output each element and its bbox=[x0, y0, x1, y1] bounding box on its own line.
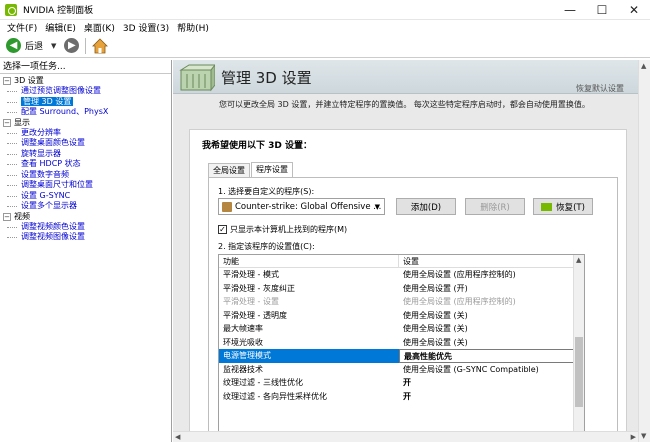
tree-item-rotate-display[interactable]: 旋转显示器 bbox=[0, 149, 171, 160]
tree-category-video[interactable]: − 视频 bbox=[0, 212, 171, 222]
tree-item-manage-3d-settings[interactable]: 管理 3D 设置 bbox=[0, 96, 171, 108]
maximize-button[interactable]: ☐ bbox=[586, 0, 618, 20]
grid-header: 功能 设置 bbox=[219, 255, 584, 268]
tree-item-desktop-color[interactable]: 调整桌面颜色设置 bbox=[0, 138, 171, 149]
table-row-power-management[interactable]: 电源管理模式 最高性能优先 ⌄ bbox=[219, 349, 584, 363]
scroll-up-icon[interactable]: ▲ bbox=[576, 256, 581, 264]
remove-program-button[interactable]: 删除(R) bbox=[465, 198, 525, 215]
tree-item-video-image[interactable]: 调整视频图像设置 bbox=[0, 232, 171, 243]
close-button[interactable]: ✕ bbox=[618, 0, 650, 20]
back-button-label[interactable]: 后退 bbox=[25, 39, 43, 52]
tree-item-multiple-displays[interactable]: 设置多个显示器 bbox=[0, 201, 171, 212]
select-program-label: 1. 选择要自定义的程序(S): bbox=[218, 187, 315, 196]
title-bar: NVIDIA 控制面板 — ☐ ✕ bbox=[0, 0, 650, 20]
nvidia-restore-icon bbox=[541, 202, 553, 211]
program-select-value: Counter-strike: Global Offensive ... bbox=[235, 201, 382, 212]
grid-scrollbar[interactable]: ▲ bbox=[573, 255, 584, 442]
tree-item-gsync[interactable]: 设置 G-SYNC bbox=[0, 191, 171, 202]
table-row[interactable]: 监视器技术 使用全局设置 (G-SYNC Compatible) bbox=[219, 363, 584, 377]
table-row[interactable]: 最大帧速率 使用全局设置 (关) bbox=[219, 322, 584, 336]
scroll-down-icon[interactable]: ▼ bbox=[641, 432, 646, 440]
settings-grid: 功能 设置 平滑处理 - 模式 使用全局设置 (应用程序控制的) 平滑处理 - … bbox=[218, 254, 585, 442]
show-found-programs-checkbox[interactable]: ✓ bbox=[218, 225, 227, 234]
tree-item-video-color[interactable]: 调整视频颜色设置 bbox=[0, 222, 171, 233]
toolbar: ◀ 后退 ▼ ▶ bbox=[0, 34, 650, 58]
program-select[interactable]: Counter-strike: Global Offensive ... ▼ bbox=[218, 198, 385, 215]
column-header-feature: 功能 bbox=[219, 255, 399, 267]
3d-settings-icon bbox=[179, 63, 217, 92]
table-row[interactable]: 环境光吸收 使用全局设置 (关) bbox=[219, 336, 584, 350]
menu-desktop[interactable]: 桌面(K) bbox=[80, 21, 119, 34]
collapse-icon[interactable]: − bbox=[3, 212, 11, 221]
content-scrollbar[interactable]: ▲ ▼ bbox=[638, 60, 650, 442]
tree-item-desktop-size-position[interactable]: 调整桌面尺寸和位置 bbox=[0, 180, 171, 191]
task-tree: − 3D 设置 通过预览调整图像设置 管理 3D 设置 配置 Surround、… bbox=[0, 74, 171, 243]
collapse-icon[interactable]: − bbox=[3, 118, 11, 127]
menu-file[interactable]: 文件(F) bbox=[3, 21, 41, 34]
collapse-icon[interactable]: − bbox=[3, 77, 11, 85]
restore-defaults-link[interactable]: 恢复默认设置 bbox=[576, 83, 624, 94]
restore-program-button[interactable]: 恢复(T) bbox=[533, 198, 593, 215]
tree-item-digital-audio[interactable]: 设置数字音频 bbox=[0, 170, 171, 181]
tree-item-hdcp-status[interactable]: 查看 HDCP 状态 bbox=[0, 159, 171, 170]
grid-scroll-thumb[interactable] bbox=[575, 337, 583, 407]
table-row[interactable]: 平滑处理 - 透明度 使用全局设置 (关) bbox=[219, 309, 584, 323]
content-horizontal-scrollbar[interactable]: ◀ ▶ bbox=[173, 431, 638, 442]
power-mode-select[interactable]: 最高性能优先 ⌄ bbox=[399, 349, 584, 363]
history-dropdown-icon[interactable]: ▼ bbox=[51, 42, 56, 50]
minimize-button[interactable]: — bbox=[554, 0, 586, 20]
menu-3d-settings[interactable]: 3D 设置(3) bbox=[119, 21, 173, 34]
toolbar-divider bbox=[85, 37, 87, 54]
table-row[interactable]: 纹理过滤 - 三线性优化 开 bbox=[219, 376, 584, 390]
tab-program-settings[interactable]: 程序设置 bbox=[251, 162, 293, 177]
nvidia-logo-icon bbox=[5, 3, 17, 16]
tab-global-settings[interactable]: 全局设置 bbox=[208, 163, 250, 177]
table-row[interactable]: 平滑处理 - 灰度纠正 使用全局设置 (开) bbox=[219, 282, 584, 296]
tree-item-preview-image-settings[interactable]: 通过预览调整图像设置 bbox=[0, 86, 171, 97]
page-description: 您可以更改全局 3D 设置，并建立特定程序的置换值。 每次这些特定程序启动时，都… bbox=[219, 100, 590, 109]
tree-category-3d[interactable]: − 3D 设置 bbox=[0, 76, 171, 86]
column-header-setting: 设置 bbox=[403, 257, 419, 266]
program-settings-panel: 1. 选择要自定义的程序(S): Counter-strike: Global … bbox=[208, 177, 618, 442]
tab-strip: 全局设置 程序设置 bbox=[208, 162, 294, 178]
menu-edit[interactable]: 编辑(E) bbox=[41, 21, 80, 34]
scroll-right-icon[interactable]: ▶ bbox=[631, 433, 636, 441]
task-panel: 选择一项任务... − 3D 设置 通过预览调整图像设置 管理 3D 设置 配置… bbox=[0, 60, 172, 442]
table-row: 平滑处理 - 设置 使用全局设置 (应用程序控制的) bbox=[223, 297, 516, 306]
back-arrow-icon[interactable]: ◀ bbox=[6, 38, 21, 53]
scroll-left-icon[interactable]: ◀ bbox=[175, 433, 180, 441]
page-header: 管理 3D 设置 恢复默认设置 bbox=[173, 60, 650, 94]
chevron-down-icon: ▼ bbox=[374, 202, 380, 211]
settings-box: 我希望使用以下 3D 设置： 全局设置 程序设置 1. 选择要自定义的程序(S)… bbox=[189, 129, 627, 442]
window-title: NVIDIA 控制面板 bbox=[23, 6, 94, 16]
program-icon bbox=[222, 201, 232, 212]
show-found-programs-option[interactable]: ✓ 只显示本计算机上找到的程序(M) bbox=[218, 224, 347, 235]
page-title: 管理 3D 设置 bbox=[221, 69, 312, 87]
table-row[interactable]: 平滑处理 - 模式 使用全局设置 (应用程序控制的) bbox=[219, 268, 584, 282]
home-icon[interactable] bbox=[92, 37, 109, 54]
add-program-button[interactable]: 添加(D) bbox=[396, 198, 456, 215]
content-panel: 管理 3D 设置 恢复默认设置 您可以更改全局 3D 设置，并建立特定程序的置换… bbox=[173, 60, 650, 442]
tree-item-change-resolution[interactable]: 更改分辨率 bbox=[0, 128, 171, 139]
specify-settings-label: 2. 指定该程序的设置值(C): bbox=[218, 242, 315, 251]
scroll-up-icon[interactable]: ▲ bbox=[641, 62, 646, 70]
tree-category-display[interactable]: − 显示 bbox=[0, 118, 171, 128]
show-found-programs-label: 只显示本计算机上找到的程序(M) bbox=[230, 225, 348, 234]
forward-arrow-icon[interactable]: ▶ bbox=[64, 38, 80, 53]
table-row[interactable]: 纹理过滤 - 各向异性采样优化 开 bbox=[219, 390, 584, 404]
tree-item-configure-surround-physx[interactable]: 配置 Surround、PhysX bbox=[0, 107, 171, 118]
task-panel-header: 选择一项任务... bbox=[0, 60, 171, 74]
menu-help[interactable]: 帮助(H) bbox=[173, 21, 213, 34]
menu-bar: 文件(F) 编辑(E) 桌面(K) 3D 设置(3) 帮助(H) bbox=[0, 20, 650, 34]
settings-box-title: 我希望使用以下 3D 设置： bbox=[202, 141, 313, 151]
